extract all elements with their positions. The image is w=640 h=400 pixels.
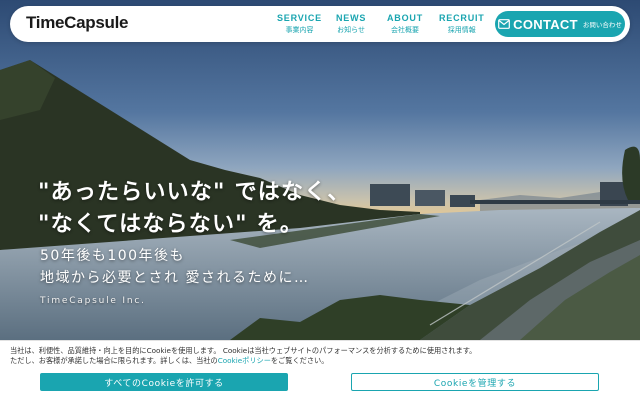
contact-button[interactable]: CONTACT お問い合わせ	[495, 11, 625, 37]
nav-item-news[interactable]: NEWS お知らせ	[336, 13, 366, 35]
hero-headline-line-2: "なくてはならない" を。	[38, 212, 304, 237]
contact-sublabel: お問い合わせ	[582, 21, 622, 29]
nav-service-label: SERVICE	[277, 13, 322, 23]
cookie-consent-banner: 当社は、利便性、品質維持・向上を目的にCookieを使用します。 Cookieは…	[0, 340, 640, 400]
nav-recruit-sublabel: 採用情報	[447, 26, 476, 34]
cookie-policy-link[interactable]: Cookieポリシー	[218, 356, 271, 365]
cookie-notice-line-2-end: をご覧ください。	[270, 356, 329, 365]
nav-recruit-label: RECRUIT	[439, 13, 485, 23]
nav-item-about[interactable]: ABOUT 会社概要	[387, 13, 423, 35]
nav-about-sublabel: 会社概要	[391, 26, 419, 34]
cookie-notice-text: 当社は、利便性、品質維持・向上を目的にCookieを使用します。 Cookieは…	[10, 346, 630, 366]
hero-company-name: TimeCapsule Inc.	[40, 296, 146, 306]
cookie-notice-line-2: ただし、お客様が承諾した場合に限られます。詳しくは、当社のCookieポリシーを…	[10, 356, 630, 366]
nav-item-recruit[interactable]: RECRUIT 採用情報	[439, 13, 485, 35]
contact-label: CONTACT	[513, 16, 578, 32]
nav-about-label: ABOUT	[387, 13, 423, 23]
cookie-notice-line-1: 当社は、利便性、品質維持・向上を目的にCookieを使用します。 Cookieは…	[10, 346, 477, 355]
site-logo[interactable]: TimeCapsule	[26, 13, 129, 33]
nav-service-sublabel: 事業内容	[285, 26, 314, 34]
nav-news-sublabel: お知らせ	[337, 26, 366, 34]
hero-subtext-line-2: 地域から必要とされ 愛されるために…	[40, 270, 310, 286]
site-header: TimeCapsule SERVICE 事業内容 NEWS お知らせ ABOUT…	[10, 6, 630, 42]
accept-all-cookies-button[interactable]: すべてのCookieを許可する	[40, 373, 288, 391]
mail-icon	[498, 19, 511, 29]
hero-subtext-line-1: 50年後も100年後も	[40, 248, 186, 264]
cookie-notice-line-2-start: ただし、お客様が承諾した場合に限られます。詳しくは、当社の	[10, 356, 218, 365]
nav-item-service[interactable]: SERVICE 事業内容	[277, 13, 322, 35]
nav-news-label: NEWS	[336, 13, 367, 23]
manage-cookies-button[interactable]: Cookieを管理する	[351, 373, 599, 391]
hero-headline-line-1: "あったらいいな" ではなく、	[38, 180, 351, 205]
